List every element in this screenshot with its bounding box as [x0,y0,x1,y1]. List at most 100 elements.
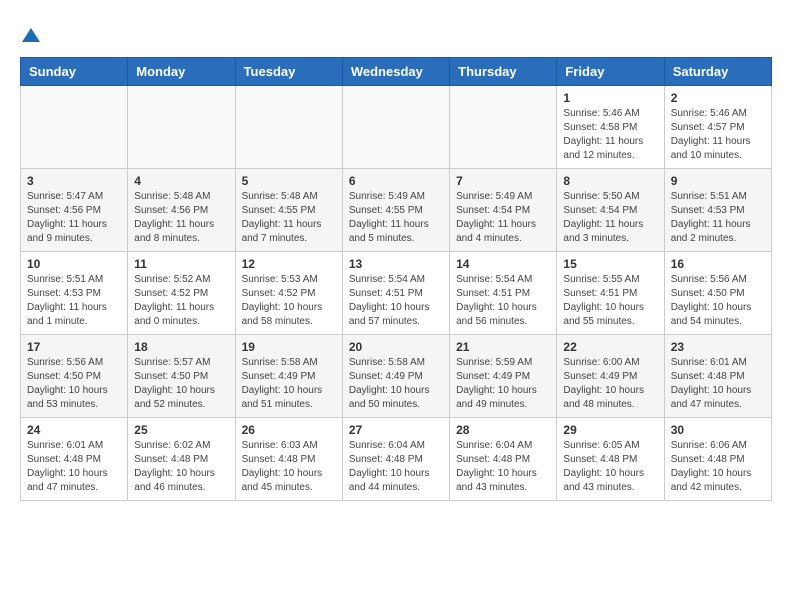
weekday-header-friday: Friday [557,57,664,85]
calendar-cell: 29Sunrise: 6:05 AM Sunset: 4:48 PM Dayli… [557,417,664,500]
day-number: 21 [456,340,550,354]
day-number: 16 [671,257,765,271]
day-info: Sunrise: 5:46 AM Sunset: 4:57 PM Dayligh… [671,107,765,163]
calendar-week-row: 17Sunrise: 5:56 AM Sunset: 4:50 PM Dayli… [21,334,772,417]
day-number: 13 [349,257,443,271]
day-info: Sunrise: 5:56 AM Sunset: 4:50 PM Dayligh… [27,356,121,412]
calendar-cell: 3 Sunrise: 5:47 AM Sunset: 4:56 PM Daylig… [21,168,128,251]
calendar-cell: 13 Sunrise: 5:54 AM Sunset: 4:51 PM Dayli… [342,251,449,334]
calendar-cell: 16 Sunrise: 5:56 AM Sunset: 4:50 PM Dayli… [664,251,771,334]
day-number: 3 [27,174,121,188]
day-info: Sunrise: 5:56 AM Sunset: 4:50 PM Dayligh… [671,273,765,329]
calendar-cell: 14 Sunrise: 5:54 AM Sunset: 4:51 PM Dayli… [450,251,557,334]
calendar-cell: 8 Sunrise: 5:50 AM Sunset: 4:54 PM Daylig… [557,168,664,251]
logo-flag-icon [22,22,40,47]
calendar-cell: 20 Sunrise: 5:58 AM Sunset: 4:49 PM Dayli… [342,334,449,417]
calendar-cell: 2 Sunrise: 5:46 AM Sunset: 4:57 PM Daylig… [664,85,771,168]
calendar-cell: 6Sunrise: 5:49 AM Sunset: 4:55 PM Daylig… [342,168,449,251]
weekday-header-tuesday: Tuesday [235,57,342,85]
day-number: 11 [134,257,228,271]
day-info: Sunrise: 6:04 AM Sunset: 4:48 PM Dayligh… [456,439,550,495]
calendar-cell: 22Sunrise: 6:00 AM Sunset: 4:49 PM Dayli… [557,334,664,417]
calendar-cell: 23 Sunrise: 6:01 AM Sunset: 4:48 PM Dayli… [664,334,771,417]
calendar-cell: 18 Sunrise: 5:57 AM Sunset: 4:50 PM Dayli… [128,334,235,417]
calendar-table: SundayMondayTuesdayWednesdayThursdayFrid… [20,57,772,501]
day-info: Sunrise: 5:52 AM Sunset: 4:52 PM Dayligh… [134,273,228,329]
calendar-cell: 27 Sunrise: 6:04 AM Sunset: 4:48 PM Dayli… [342,417,449,500]
day-info: Sunrise: 5:46 AM Sunset: 4:58 PM Dayligh… [563,107,657,163]
day-info: Sunrise: 5:55 AM Sunset: 4:51 PM Dayligh… [563,273,657,329]
calendar-cell [21,85,128,168]
day-number: 14 [456,257,550,271]
day-info: Sunrise: 5:50 AM Sunset: 4:54 PM Dayligh… [563,190,657,246]
day-number: 5 [242,174,336,188]
calendar-cell: 1 Sunrise: 5:46 AM Sunset: 4:58 PM Daylig… [557,85,664,168]
day-info: Sunrise: 5:54 AM Sunset: 4:51 PM Dayligh… [456,273,550,329]
day-info: Sunrise: 5:48 AM Sunset: 4:56 PM Dayligh… [134,190,228,246]
day-number: 8 [563,174,657,188]
day-info: Sunrise: 5:47 AM Sunset: 4:56 PM Dayligh… [27,190,121,246]
day-number: 18 [134,340,228,354]
day-number: 26 [242,423,336,437]
day-info: Sunrise: 6:05 AM Sunset: 4:48 PM Dayligh… [563,439,657,495]
day-info: Sunrise: 6:02 AM Sunset: 4:48 PM Dayligh… [134,439,228,495]
day-info: Sunrise: 5:48 AM Sunset: 4:55 PM Dayligh… [242,190,336,246]
day-number: 28 [456,423,550,437]
day-info: Sunrise: 6:01 AM Sunset: 4:48 PM Dayligh… [671,356,765,412]
day-number: 20 [349,340,443,354]
day-number: 30 [671,423,765,437]
day-number: 24 [27,423,121,437]
calendar-cell: 15 Sunrise: 5:55 AM Sunset: 4:51 PM Dayli… [557,251,664,334]
weekday-header-monday: Monday [128,57,235,85]
day-number: 23 [671,340,765,354]
calendar-cell [342,85,449,168]
day-number: 1 [563,91,657,105]
day-info: Sunrise: 5:59 AM Sunset: 4:49 PM Dayligh… [456,356,550,412]
calendar-cell: 24 Sunrise: 6:01 AM Sunset: 4:48 PM Dayli… [21,417,128,500]
calendar-cell: 17Sunrise: 5:56 AM Sunset: 4:50 PM Dayli… [21,334,128,417]
weekday-header-row: SundayMondayTuesdayWednesdayThursdayFrid… [21,57,772,85]
day-info: Sunrise: 6:01 AM Sunset: 4:48 PM Dayligh… [27,439,121,495]
calendar-week-row: 24 Sunrise: 6:01 AM Sunset: 4:48 PM Dayli… [21,417,772,500]
day-info: Sunrise: 5:58 AM Sunset: 4:49 PM Dayligh… [242,356,336,412]
page-header [20,20,772,47]
calendar-cell [450,85,557,168]
day-number: 7 [456,174,550,188]
calendar-cell: 9Sunrise: 5:51 AM Sunset: 4:53 PM Daylig… [664,168,771,251]
day-number: 22 [563,340,657,354]
day-info: Sunrise: 5:49 AM Sunset: 4:54 PM Dayligh… [456,190,550,246]
calendar-cell: 7 Sunrise: 5:49 AM Sunset: 4:54 PM Daylig… [450,168,557,251]
calendar-cell: 21 Sunrise: 5:59 AM Sunset: 4:49 PM Dayli… [450,334,557,417]
day-number: 19 [242,340,336,354]
calendar-cell: 4Sunrise: 5:48 AM Sunset: 4:56 PM Daylig… [128,168,235,251]
logo [20,20,40,47]
day-number: 2 [671,91,765,105]
day-info: Sunrise: 5:54 AM Sunset: 4:51 PM Dayligh… [349,273,443,329]
calendar-cell: 11 Sunrise: 5:52 AM Sunset: 4:52 PM Dayli… [128,251,235,334]
calendar-cell: 25 Sunrise: 6:02 AM Sunset: 4:48 PM Dayli… [128,417,235,500]
calendar-cell [128,85,235,168]
calendar-cell: 28 Sunrise: 6:04 AM Sunset: 4:48 PM Dayli… [450,417,557,500]
day-number: 25 [134,423,228,437]
day-info: Sunrise: 5:51 AM Sunset: 4:53 PM Dayligh… [27,273,121,329]
calendar-cell: 10Sunrise: 5:51 AM Sunset: 4:53 PM Dayli… [21,251,128,334]
day-number: 9 [671,174,765,188]
day-number: 15 [563,257,657,271]
weekday-header-wednesday: Wednesday [342,57,449,85]
day-info: Sunrise: 5:57 AM Sunset: 4:50 PM Dayligh… [134,356,228,412]
day-info: Sunrise: 5:49 AM Sunset: 4:55 PM Dayligh… [349,190,443,246]
day-info: Sunrise: 6:04 AM Sunset: 4:48 PM Dayligh… [349,439,443,495]
weekday-header-sunday: Sunday [21,57,128,85]
calendar-cell [235,85,342,168]
calendar-week-row: 3 Sunrise: 5:47 AM Sunset: 4:56 PM Daylig… [21,168,772,251]
calendar-cell: 19 Sunrise: 5:58 AM Sunset: 4:49 PM Dayli… [235,334,342,417]
day-number: 27 [349,423,443,437]
day-info: Sunrise: 5:58 AM Sunset: 4:49 PM Dayligh… [349,356,443,412]
calendar-cell: 12Sunrise: 5:53 AM Sunset: 4:52 PM Dayli… [235,251,342,334]
day-info: Sunrise: 6:06 AM Sunset: 4:48 PM Dayligh… [671,439,765,495]
calendar-cell: 26Sunrise: 6:03 AM Sunset: 4:48 PM Dayli… [235,417,342,500]
calendar-week-row: 1 Sunrise: 5:46 AM Sunset: 4:58 PM Daylig… [21,85,772,168]
weekday-header-saturday: Saturday [664,57,771,85]
calendar-cell: 30 Sunrise: 6:06 AM Sunset: 4:48 PM Dayli… [664,417,771,500]
day-info: Sunrise: 5:53 AM Sunset: 4:52 PM Dayligh… [242,273,336,329]
